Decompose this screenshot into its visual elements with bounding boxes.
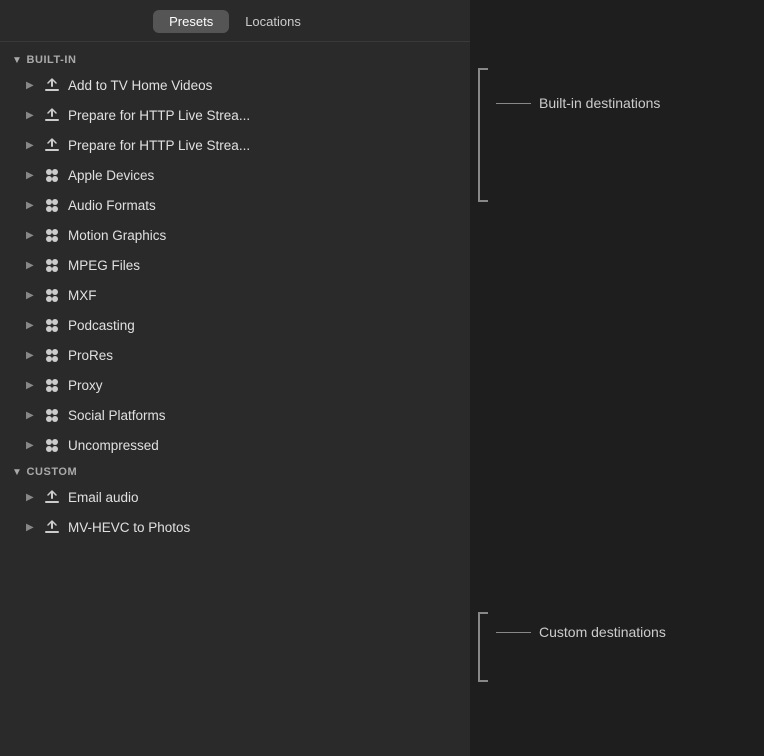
expand-arrow-icon: ▶ (26, 290, 36, 301)
list-item[interactable]: ▶ Audio Formats (0, 190, 470, 220)
group-icon (42, 195, 62, 215)
item-label: Motion Graphics (68, 228, 166, 243)
expand-arrow-icon: ▶ (26, 230, 36, 241)
tab-locations[interactable]: Locations (229, 10, 317, 33)
section-label-builtin: BUILT-IN (26, 54, 76, 66)
item-label: MV-HEVC to Photos (68, 520, 190, 535)
expand-arrow-icon: ▶ (26, 522, 36, 533)
upload-icon (42, 135, 62, 155)
item-label: Prepare for HTTP Live Strea... (68, 108, 250, 123)
chevron-builtin-icon: ▼ (12, 55, 22, 66)
section-header-custom[interactable]: ▼ CUSTOM (0, 460, 470, 482)
list-item[interactable]: ▶ Email audio (0, 482, 470, 512)
item-label: Add to TV Home Videos (68, 78, 212, 93)
group-icon (42, 255, 62, 275)
list-item[interactable]: ▶ Motion Graphics (0, 220, 470, 250)
section-header-builtin[interactable]: ▼ BUILT-IN (0, 48, 470, 70)
upload-icon (42, 75, 62, 95)
group-icon (42, 225, 62, 245)
list-item[interactable]: ▶ MV-HEVC to Photos (0, 512, 470, 542)
group-icon (42, 165, 62, 185)
list-item[interactable]: ▶ Podcasting (0, 310, 470, 340)
group-icon (42, 285, 62, 305)
chevron-custom-icon: ▼ (12, 467, 22, 478)
list-item[interactable]: ▶ MPEG Files (0, 250, 470, 280)
item-label: Email audio (68, 490, 139, 505)
upload-icon (42, 105, 62, 125)
list-item[interactable]: ▶ Prepare for HTTP Live Strea... (0, 130, 470, 160)
section-label-custom: CUSTOM (26, 466, 77, 478)
custom-destinations-label: Custom destinations (539, 624, 666, 640)
expand-arrow-icon: ▶ (26, 170, 36, 181)
item-label: Uncompressed (68, 438, 159, 453)
item-label: Social Platforms (68, 408, 166, 423)
group-icon (42, 345, 62, 365)
item-label: Proxy (68, 378, 103, 393)
expand-arrow-icon: ▶ (26, 440, 36, 451)
item-label: Podcasting (68, 318, 135, 333)
tree-list: ▼ BUILT-IN ▶ Add to TV Home Videos ▶ (0, 42, 470, 746)
item-label: Apple Devices (68, 168, 154, 183)
expand-arrow-icon: ▶ (26, 200, 36, 211)
item-label: Prepare for HTTP Live Strea... (68, 138, 250, 153)
group-icon (42, 375, 62, 395)
list-item[interactable]: ▶ Social Platforms (0, 400, 470, 430)
expand-arrow-icon: ▶ (26, 80, 36, 91)
expand-arrow-icon: ▶ (26, 410, 36, 421)
list-item[interactable]: ▶ Prepare for HTTP Live Strea... (0, 100, 470, 130)
item-label: ProRes (68, 348, 113, 363)
item-label: Audio Formats (68, 198, 156, 213)
right-panel: Built-in destinations Custom destination… (470, 0, 764, 756)
upload-icon (42, 517, 62, 537)
group-icon (42, 435, 62, 455)
item-label: MXF (68, 288, 97, 303)
expand-arrow-icon: ▶ (26, 110, 36, 121)
item-label: MPEG Files (68, 258, 140, 273)
list-item[interactable]: ▶ Uncompressed (0, 430, 470, 460)
tab-presets[interactable]: Presets (153, 10, 229, 33)
builtin-destinations-label: Built-in destinations (539, 95, 660, 111)
upload-icon (42, 487, 62, 507)
expand-arrow-icon: ▶ (26, 260, 36, 271)
tab-bar: Presets Locations (0, 0, 470, 42)
expand-arrow-icon: ▶ (26, 320, 36, 331)
expand-arrow-icon: ▶ (26, 380, 36, 391)
list-item[interactable]: ▶ Proxy (0, 370, 470, 400)
list-item[interactable]: ▶ Add to TV Home Videos (0, 70, 470, 100)
list-item[interactable]: ▶ ProRes (0, 340, 470, 370)
group-icon (42, 315, 62, 335)
group-icon (42, 405, 62, 425)
list-item[interactable]: ▶ Apple Devices (0, 160, 470, 190)
list-item[interactable]: ▶ MXF (0, 280, 470, 310)
expand-arrow-icon: ▶ (26, 492, 36, 503)
expand-arrow-icon: ▶ (26, 350, 36, 361)
sidebar: Presets Locations ▼ BUILT-IN ▶ Add to TV… (0, 0, 470, 756)
expand-arrow-icon: ▶ (26, 140, 36, 151)
